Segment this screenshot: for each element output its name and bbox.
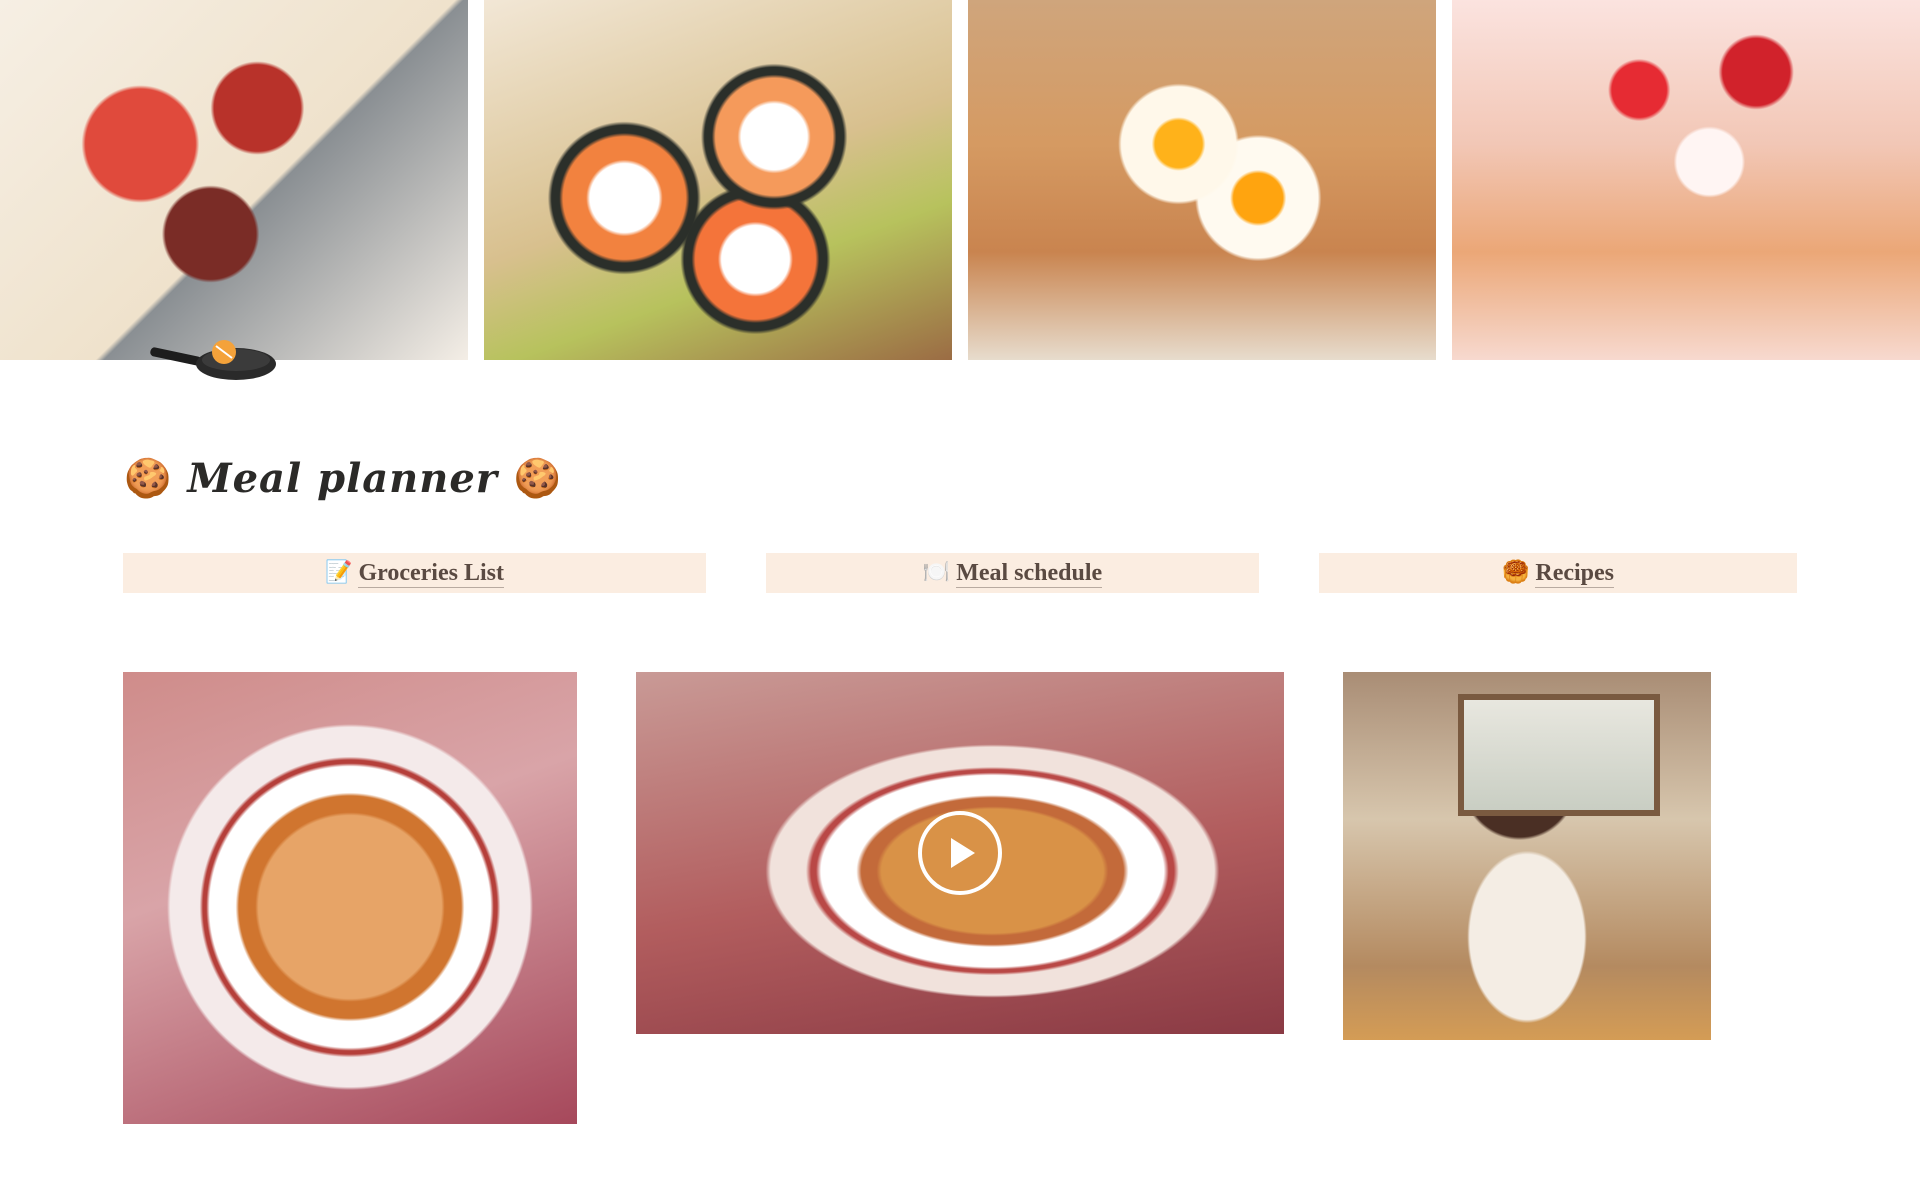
mooncake-icon: 🥮 — [1501, 560, 1530, 585]
banner-eggs-toast — [968, 0, 1436, 360]
page-title: 🍪 Meal planner 🍪 — [124, 452, 561, 504]
banner-sushi — [484, 0, 952, 360]
ramen-video[interactable] — [636, 672, 1284, 1034]
groceries-list-link[interactable]: 📝 Groceries List — [123, 553, 706, 593]
meal-schedule-link[interactable]: 🍽️ Meal schedule — [766, 553, 1259, 593]
frying-pan-icon[interactable] — [150, 338, 280, 386]
girl-eating-toast-image — [1343, 672, 1711, 1040]
banner-strawberry-pancakes — [1452, 0, 1920, 360]
window-decoration — [1458, 694, 1660, 816]
banner-skewers — [0, 0, 468, 360]
meal-schedule-label[interactable]: Meal schedule — [956, 559, 1103, 588]
play-button[interactable] — [918, 811, 1002, 895]
ramen-bowl-image — [123, 672, 577, 1124]
play-icon — [951, 838, 975, 868]
memo-icon: 📝 — [325, 560, 353, 585]
cookie-icon: 🍪 — [124, 456, 172, 500]
page-title-text: Meal planner — [187, 454, 498, 502]
plate-cutlery-icon: 🍽️ — [922, 560, 951, 585]
groceries-list-label[interactable]: Groceries List — [358, 559, 504, 588]
recipes-label[interactable]: Recipes — [1535, 559, 1615, 588]
cover-banner — [0, 0, 1920, 360]
recipes-link[interactable]: 🥮 Recipes — [1319, 553, 1797, 593]
cookie-icon: 🍪 — [513, 456, 562, 500]
